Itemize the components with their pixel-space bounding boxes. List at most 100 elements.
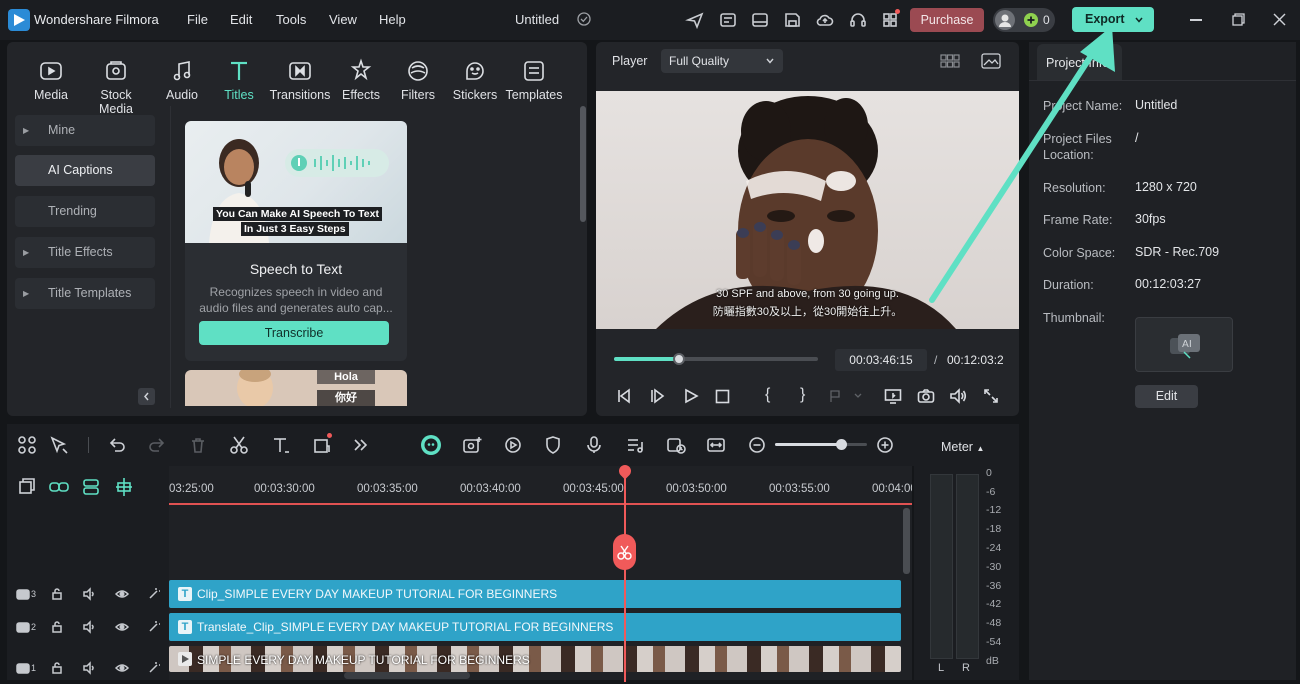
playback-progress-bar[interactable] [614, 353, 818, 365]
sidebar-item-title-effects[interactable]: ▶ Title Effects [15, 237, 155, 268]
auto-ripple-icon[interactable] [665, 434, 687, 456]
stop-icon[interactable] [715, 389, 730, 404]
delete-icon[interactable] [187, 434, 209, 456]
render-list-icon[interactable] [718, 10, 738, 30]
expand-arrow-icon: ▶ [23, 126, 30, 135]
sidebar-item-title-templates[interactable]: ▶ Title Templates [15, 278, 155, 309]
menu-view[interactable]: View [329, 12, 357, 27]
add-media-icon[interactable] [461, 434, 483, 456]
undo-icon[interactable] [106, 434, 128, 456]
marker-icon[interactable] [829, 389, 863, 403]
tab-stickers[interactable]: Stickers [443, 58, 507, 102]
restore-icon[interactable] [1232, 13, 1245, 26]
send-icon[interactable] [685, 10, 705, 30]
collapse-sidebar-button[interactable] [138, 388, 155, 405]
timeline-h-scrollbar[interactable] [344, 672, 470, 679]
save-icon[interactable] [782, 10, 802, 30]
speaker-icon[interactable] [82, 587, 96, 601]
tab-transitions[interactable]: Transitions [268, 58, 332, 102]
add-track-icon[interactable] [16, 476, 38, 498]
fullscreen-icon[interactable] [983, 388, 999, 404]
title-clip-track-2[interactable]: T Translate_Clip_SIMPLE EVERY DAY MAKEUP… [169, 613, 901, 641]
next-card[interactable]: Hola 你好 [185, 370, 407, 406]
meter-scale-42: -42 [986, 598, 1002, 610]
redo-icon[interactable] [146, 434, 168, 456]
close-icon[interactable] [1273, 13, 1286, 26]
headset-icon[interactable] [848, 10, 868, 30]
menu-edit[interactable]: Edit [230, 12, 252, 27]
magic-wand-icon[interactable] [147, 620, 161, 634]
library-scrollbar[interactable] [580, 106, 586, 222]
split-scissors-button[interactable] [613, 534, 636, 570]
eye-icon[interactable] [115, 661, 129, 675]
camera-snapshot-icon[interactable] [917, 388, 935, 404]
fit-timeline-icon[interactable] [705, 434, 727, 456]
layout-grid-icon[interactable] [16, 434, 38, 456]
eye-icon[interactable] [115, 587, 129, 601]
ruler-tick: 03:25:00 [169, 483, 214, 495]
zoom-out-icon[interactable] [746, 434, 768, 456]
select-pointer-icon[interactable] [48, 434, 70, 456]
sidebar-item-ai-captions[interactable]: AI Captions [15, 155, 155, 186]
lock-icon[interactable] [50, 661, 64, 675]
split-scissors-icon[interactable] [228, 434, 250, 456]
quality-value: Full Quality [669, 54, 730, 68]
next-frame-icon[interactable] [650, 388, 666, 404]
audio-mix-icon[interactable] [624, 434, 646, 456]
menu-file[interactable]: File [187, 12, 208, 27]
tab-audio[interactable]: Audio [150, 58, 214, 102]
mark-out-icon[interactable]: } [800, 386, 805, 404]
timeline-v-scrollbar[interactable] [903, 508, 910, 574]
meter-bar-left [930, 474, 953, 659]
lock-icon[interactable] [50, 587, 64, 601]
speech-to-text-card[interactable]: You Can Make AI Speech To Text In Just 3… [185, 121, 407, 361]
snap-magnet-icon[interactable] [113, 476, 135, 498]
link-icon[interactable] [48, 476, 70, 498]
speaker-icon[interactable] [82, 620, 96, 634]
play-icon[interactable] [683, 388, 699, 404]
title-clip-track-3[interactable]: T Clip_SIMPLE EVERY DAY MAKEUP TUTORIAL … [169, 580, 901, 608]
tab-titles-label: Titles [224, 88, 254, 102]
record-microphone-icon[interactable] [583, 434, 605, 456]
eye-icon[interactable] [115, 620, 129, 634]
transcribe-button[interactable]: Transcribe [199, 321, 389, 345]
menu-tools[interactable]: Tools [276, 12, 306, 27]
sidebar-item-label: Trending [48, 204, 97, 218]
magic-wand-icon[interactable] [147, 661, 161, 675]
sidebar-item-trending[interactable]: Trending [15, 196, 155, 227]
lock-icon[interactable] [50, 620, 64, 634]
tab-stock-media[interactable]: Stock Media [83, 58, 149, 116]
app-name: Wondershare Filmora [34, 12, 159, 27]
meter-label[interactable]: Meter ▲ [941, 440, 984, 454]
minimize-icon[interactable] [1190, 19, 1202, 21]
ai-thumbnail-icon: AI [1170, 334, 1200, 359]
mark-in-icon[interactable]: { [765, 386, 770, 404]
menu-help[interactable]: Help [379, 12, 406, 27]
layout-icon[interactable] [750, 10, 770, 30]
track-layout-icon[interactable] [80, 476, 102, 498]
speaker-icon[interactable] [82, 661, 96, 675]
video-clip-track-1[interactable]: SIMPLE EVERY DAY MAKEUP TUTORIAL FOR BEG… [169, 646, 901, 672]
tab-effects[interactable]: Effects [329, 58, 393, 102]
tab-templates[interactable]: Templates [502, 58, 566, 102]
zoom-in-icon[interactable] [874, 434, 896, 456]
cloud-upload-icon[interactable] [815, 10, 835, 30]
thumbnail-box[interactable]: AI [1135, 317, 1233, 372]
ai-mate-icon[interactable] [421, 435, 441, 455]
sidebar-item-mine[interactable]: ▶ Mine [15, 115, 155, 146]
magic-wand-icon[interactable] [147, 587, 161, 601]
tab-titles[interactable]: Titles [207, 58, 271, 102]
more-tools-icon[interactable] [350, 434, 372, 456]
tab-media[interactable]: Media [19, 58, 83, 102]
speed-icon[interactable] [502, 434, 524, 456]
text-title-icon[interactable] [270, 434, 292, 456]
quality-select[interactable]: Full Quality [661, 49, 783, 73]
zoom-slider[interactable] [775, 439, 867, 450]
track-video-icon [16, 587, 30, 601]
volume-icon[interactable] [949, 388, 967, 404]
edit-thumbnail-button[interactable]: Edit [1135, 385, 1198, 408]
prev-frame-icon[interactable] [616, 388, 632, 404]
display-monitor-icon[interactable] [884, 388, 902, 404]
tab-filters[interactable]: Filters [386, 58, 450, 102]
mask-shield-icon[interactable] [542, 434, 564, 456]
